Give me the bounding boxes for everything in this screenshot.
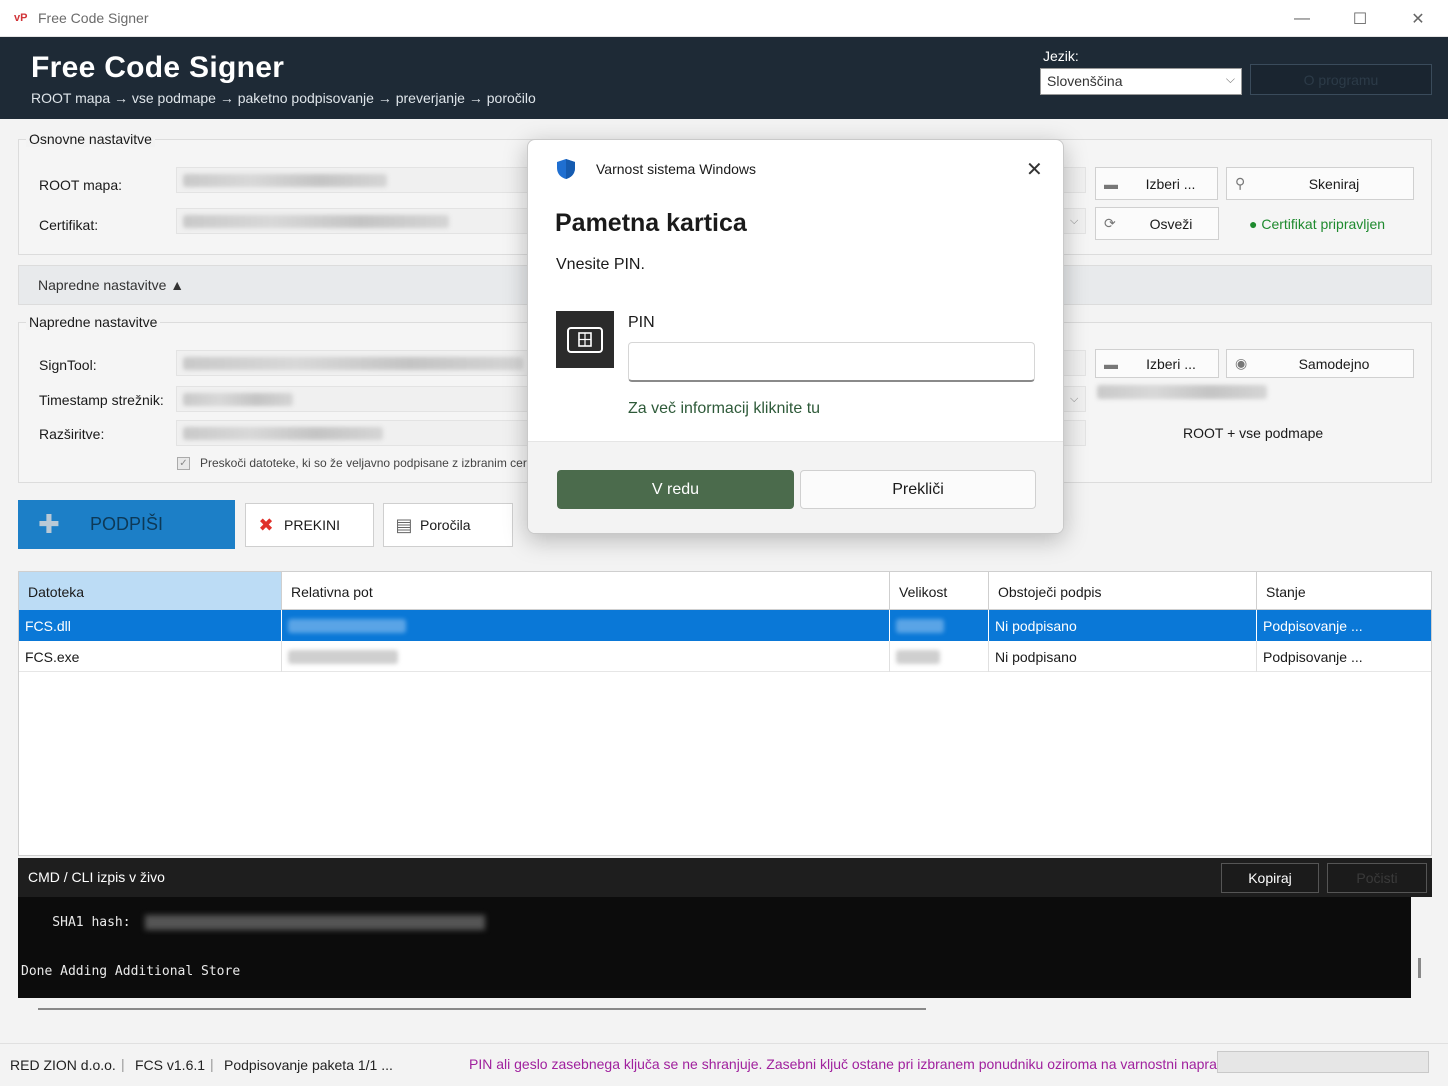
app-icon: vP	[14, 12, 28, 24]
scan-button[interactable]: ⚲ Skeniraj	[1226, 167, 1414, 200]
refresh-certificates-button[interactable]: ⟳ Osveži	[1095, 207, 1219, 240]
company-name: RED ZION d.o.o.	[10, 1057, 116, 1073]
security-note: PIN ali geslo zasebnega ključa se ne shr…	[469, 1056, 1231, 1072]
maximize-button[interactable]: ☐	[1331, 0, 1389, 37]
certificate-status: ● Certifikat pripravljen	[1249, 216, 1386, 232]
search-icon: ⚲	[1235, 175, 1246, 191]
column-relative-path[interactable]: Relativna pot	[282, 572, 890, 610]
relative-path-cell	[282, 641, 890, 672]
about-button[interactable]: O programu	[1250, 64, 1432, 95]
dialog-source: Varnost sistema Windows	[596, 161, 757, 177]
language-label: Jezik:	[1043, 48, 1079, 64]
timestamp-label: Timestamp strežnik:	[39, 392, 164, 408]
clear-button[interactable]: Počisti	[1327, 863, 1427, 893]
smart-card-dialog: Varnost sistema Windows ✕ Pametna kartic…	[527, 139, 1064, 534]
file-name-cell: FCS.dll	[19, 610, 282, 641]
progress-bar	[1217, 1051, 1429, 1073]
console-output[interactable]: SHA1 hash: Done Adding Additional Store	[18, 897, 1411, 998]
progress-text: Podpisovanje paketa 1/1 ...	[224, 1057, 393, 1073]
chevron-down-icon: ⌵	[1225, 72, 1235, 86]
advanced-settings-title: Napredne nastavitve	[26, 314, 161, 330]
skip-signed-checkbox[interactable]: ✓	[177, 457, 190, 470]
size-cell	[890, 641, 989, 672]
pin-input[interactable]	[628, 342, 1035, 382]
smartcard-icon	[556, 311, 614, 368]
console-line: SHA1 hash:	[21, 915, 131, 930]
signature-cell: Ni podpisano	[989, 610, 1257, 641]
plus-icon: ✚	[38, 509, 60, 539]
document-icon: ▤	[395, 514, 413, 535]
column-size[interactable]: Velikost	[890, 572, 989, 610]
state-cell: Podpisovanje ...	[1263, 618, 1363, 634]
header: Free Code Signer ROOT mapa → vse podmape…	[0, 37, 1448, 119]
signtool-browse-button[interactable]: ▬ Izberi ...	[1095, 349, 1219, 378]
window-title: Free Code Signer	[38, 10, 149, 26]
copy-button[interactable]: Kopiraj	[1221, 863, 1319, 893]
reports-button[interactable]: ▤ Poročila	[383, 503, 513, 547]
app-title: Free Code Signer	[31, 51, 285, 84]
chevron-down-icon: ⌵	[1070, 393, 1079, 405]
console-title: CMD / CLI izpis v živo	[28, 869, 165, 885]
pin-label: PIN	[628, 314, 655, 331]
refresh-icon: ⟳	[1104, 215, 1116, 231]
state-cell: Podpisovanje ...	[1263, 649, 1363, 665]
file-name-cell: FCS.exe	[19, 641, 282, 672]
dialog-title: Pametna kartica	[555, 209, 747, 237]
table-row[interactable]: FCS.exe Ni podpisano Podpisovanje ...	[19, 641, 1431, 672]
auto-detect-button[interactable]: ◉ Samodejno	[1226, 349, 1414, 378]
title-bar: vP Free Code Signer	[0, 0, 1448, 37]
close-button[interactable]: ✕	[1389, 0, 1447, 37]
basic-settings-title: Osnovne nastavitve	[26, 131, 155, 147]
dialog-footer: V redu Prekliči	[528, 441, 1063, 533]
column-file[interactable]: Datoteka	[19, 572, 282, 610]
chevron-down-icon: ⌵	[1070, 215, 1079, 227]
app-version: FCS v1.6.1	[135, 1057, 206, 1073]
hash-value	[145, 915, 485, 930]
shield-icon	[557, 159, 575, 179]
root-browse-button[interactable]: ▬ Izberi ...	[1095, 167, 1218, 200]
folder-icon: ▬	[1104, 175, 1118, 192]
advanced-toggle-label: Napredne nastavitve ▲	[38, 277, 185, 293]
dialog-close-button[interactable]: ✕	[1026, 157, 1043, 182]
console-line: Done Adding Additional Store	[21, 964, 241, 979]
horizontal-scrollbar[interactable]	[38, 1008, 926, 1010]
app-subtitle: ROOT mapa → vse podmape → paketno podpis…	[31, 90, 536, 106]
signtool-label: SignTool:	[39, 357, 97, 373]
abort-button[interactable]: ✖ PREKINI	[245, 503, 374, 547]
relative-path-cell	[282, 610, 890, 641]
sign-button[interactable]: ✚ PODPIŠI	[18, 500, 235, 549]
x-icon: ✖	[258, 514, 274, 535]
more-info-link[interactable]: Za več informacij kliknite tu	[628, 400, 820, 418]
signature-cell: Ni podpisano	[989, 641, 1257, 672]
skip-signed-label: Preskoči datoteke, ki so že veljavno pod…	[200, 456, 530, 470]
folder-icon: ▬	[1104, 355, 1118, 372]
column-existing-signature[interactable]: Obstoječi podpis	[989, 572, 1257, 610]
extensions-label: Razširitve:	[39, 426, 105, 442]
size-cell	[890, 610, 989, 641]
file-table[interactable]: Datoteka Relativna pot Velikost Obstoječ…	[18, 571, 1432, 856]
eye-icon: ◉	[1235, 355, 1248, 371]
scan-scope-text: ROOT + vse podmape	[1183, 425, 1324, 441]
console-scrollbar[interactable]	[1418, 958, 1421, 978]
signtool-detected-path	[1097, 385, 1267, 399]
minimize-button[interactable]: —	[1273, 0, 1331, 37]
console-header: CMD / CLI izpis v živo Kopiraj Počisti	[18, 858, 1432, 897]
cancel-button[interactable]: Prekliči	[800, 470, 1036, 509]
certificate-label: Certifikat:	[39, 217, 99, 233]
column-state[interactable]: Stanje	[1257, 572, 1431, 610]
dialog-prompt: Vnesite PIN.	[556, 256, 645, 273]
language-select[interactable]: Slovenščina ⌵	[1040, 68, 1242, 95]
language-value: Slovenščina	[1047, 73, 1123, 89]
table-row[interactable]: FCS.dll Ni podpisano Podpisovanje ...	[19, 610, 1431, 641]
ok-button[interactable]: V redu	[557, 470, 794, 509]
root-folder-label: ROOT mapa:	[39, 177, 122, 193]
table-header: Datoteka Relativna pot Velikost Obstoječ…	[19, 572, 1431, 610]
